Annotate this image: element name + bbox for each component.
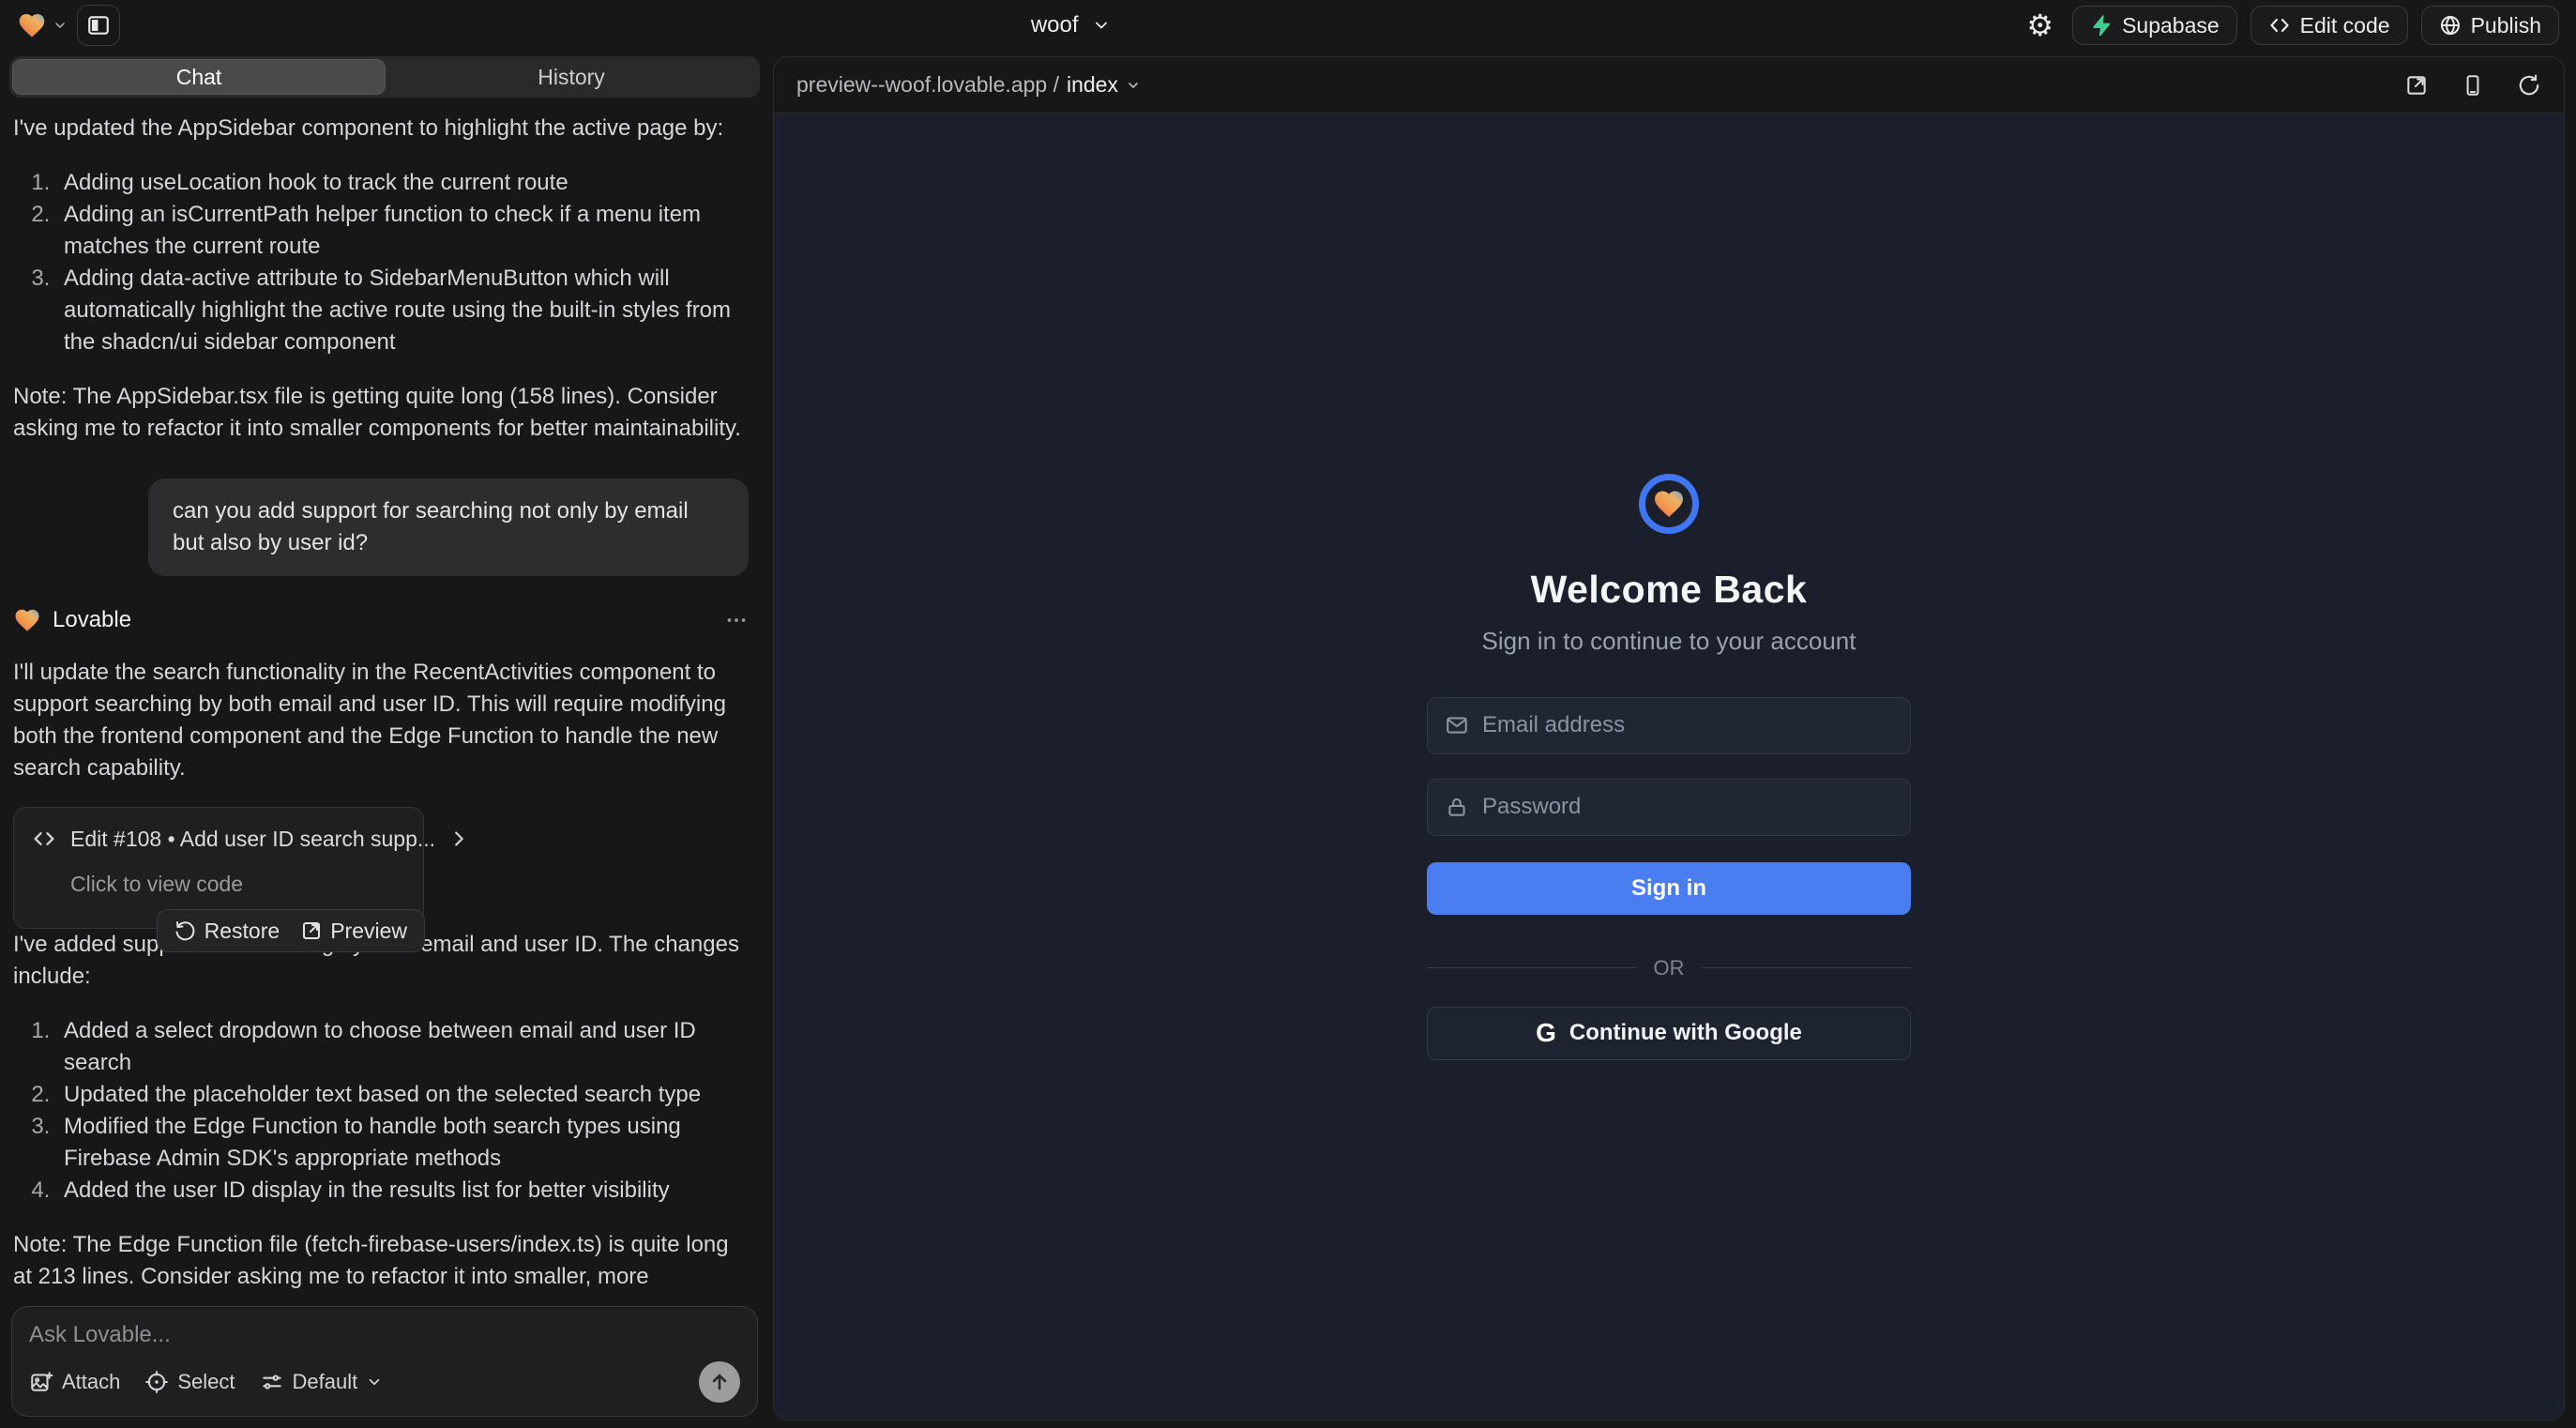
list-item: Adding useLocation hook to track the cur… (56, 167, 749, 199)
preview-url-selector[interactable]: preview--woof.lovable.app / index (796, 72, 1141, 98)
edit-card-title: Edit #108 • Add user ID search supp... (70, 823, 435, 855)
sidebar-panel-icon (86, 13, 111, 38)
select-element-button[interactable]: Select (144, 1370, 235, 1394)
topbar: woof ⚙ Supabase Edit code (0, 0, 2576, 51)
edit-card-actions: Restore Preview (157, 909, 425, 952)
password-input[interactable] (1482, 794, 1893, 820)
attach-button[interactable]: Attach (29, 1370, 120, 1394)
lock-icon (1445, 795, 1469, 819)
supabase-bolt-icon (2090, 14, 2113, 37)
lovable-heart-icon (13, 606, 41, 634)
publish-button[interactable]: Publish (2421, 6, 2559, 45)
list-item: Modified the Edge Function to handle bot… (56, 1111, 749, 1175)
mail-icon (1445, 713, 1469, 737)
assistant-paragraph: I've updated the AppSidebar component to… (13, 113, 749, 144)
chat-composer: Attach Select Default (11, 1306, 758, 1417)
chevron-down-icon (1092, 16, 1111, 35)
gear-icon: ⚙ (2026, 8, 2053, 42)
chat-history-tabbar: Chat History (9, 56, 760, 98)
project-switcher[interactable]: woof (120, 12, 2021, 38)
publish-label: Publish (2471, 13, 2541, 38)
google-button-label: Continue with Google (1569, 1020, 1802, 1046)
preview-panel: preview--woof.lovable.app / index (773, 56, 2565, 1420)
preview-viewport: Welcome Back Sign in to continue to your… (774, 114, 2564, 1420)
message-menu-icon[interactable] (724, 608, 749, 632)
attach-image-icon (29, 1370, 53, 1394)
chat-panel: Chat History I've updated the AppSidebar… (0, 51, 769, 1428)
lovable-heart-icon (17, 10, 47, 40)
assistant-paragraph: I'll update the search functionality in … (13, 657, 749, 784)
assistant-note: Note: The AppSidebar.tsx file is getting… (13, 381, 749, 445)
supabase-button[interactable]: Supabase (2072, 6, 2237, 45)
sliders-icon (260, 1370, 284, 1394)
or-label: OR (1654, 956, 1685, 980)
preview-header: preview--woof.lovable.app / index (774, 57, 2564, 114)
edit-card-subtitle: Click to view code (70, 868, 406, 900)
edit-code-label: Edit code (2300, 13, 2390, 38)
refresh-button[interactable] (2517, 73, 2541, 98)
list-item: Updated the placeholder text based on th… (56, 1079, 749, 1111)
project-name: woof (1031, 12, 1079, 38)
list-item: Adding data-active attribute to SidebarM… (56, 263, 749, 358)
chat-mode-dropdown[interactable]: Default (260, 1370, 384, 1394)
app-logo (1639, 474, 1699, 534)
target-icon (144, 1370, 169, 1394)
tab-history[interactable]: History (386, 59, 757, 95)
preview-button[interactable]: Preview (300, 915, 407, 947)
list-item: Added the user ID display in the results… (56, 1175, 749, 1207)
list-item: Added a select dropdown to choose betwee… (56, 1015, 749, 1079)
page-subtitle: Sign in to continue to your account (1482, 627, 1856, 656)
code-brackets-icon (2268, 14, 2291, 37)
chevron-down-icon (366, 1374, 383, 1390)
restore-button[interactable]: Restore (174, 915, 280, 947)
assistant-list: Added a select dropdown to choose betwee… (13, 1015, 749, 1207)
password-field[interactable] (1427, 779, 1911, 836)
send-button[interactable] (699, 1361, 740, 1403)
email-input[interactable] (1482, 712, 1893, 738)
mobile-view-button[interactable] (2461, 73, 2485, 98)
assistant-note: Note: The Edge Function file (fetch-fire… (13, 1229, 749, 1297)
assistant-name: Lovable (53, 604, 131, 636)
sign-in-button[interactable]: Sign in (1427, 862, 1911, 915)
user-message-bubble: can you add support for searching not on… (148, 479, 749, 576)
preview-url-page: index (1067, 72, 1118, 98)
open-in-new-tab-button[interactable] (2404, 73, 2429, 98)
external-link-icon (300, 919, 323, 942)
tab-chat[interactable]: Chat (12, 59, 386, 95)
signin-card: Welcome Back Sign in to continue to your… (1427, 474, 1911, 1060)
chevron-down-icon (1126, 78, 1141, 93)
arrow-up-icon (708, 1371, 731, 1393)
edit-code-card[interactable]: Edit #108 • Add user ID search supp... C… (13, 807, 424, 929)
settings-button[interactable]: ⚙ (2021, 10, 2059, 40)
page-title: Welcome Back (1531, 568, 1808, 612)
assistant-header: Lovable (13, 604, 749, 636)
lovable-logo-menu[interactable] (17, 10, 68, 40)
email-field[interactable] (1427, 697, 1911, 754)
lovable-app: woof ⚙ Supabase Edit code (0, 0, 2576, 1428)
edit-code-button[interactable]: Edit code (2250, 6, 2408, 45)
heart-icon (1652, 487, 1686, 521)
globe-icon (2439, 14, 2462, 37)
google-g-icon: G (1536, 1018, 1556, 1048)
toggle-sidebar-button[interactable] (77, 5, 120, 46)
chevron-right-icon (448, 828, 469, 849)
supabase-label: Supabase (2122, 13, 2220, 38)
restore-icon (174, 919, 197, 942)
chat-message-list[interactable]: I've updated the AppSidebar component to… (0, 98, 769, 1297)
assistant-list: Adding useLocation hook to track the cur… (13, 167, 749, 358)
code-brackets-icon (31, 826, 57, 852)
or-divider: OR (1427, 956, 1911, 980)
preview-url-host: preview--woof.lovable.app / (796, 72, 1059, 98)
chevron-down-icon (53, 18, 68, 33)
list-item: Adding an isCurrentPath helper function … (56, 199, 749, 263)
chat-input[interactable] (29, 1322, 740, 1361)
continue-with-google-button[interactable]: G Continue with Google (1427, 1007, 1911, 1060)
